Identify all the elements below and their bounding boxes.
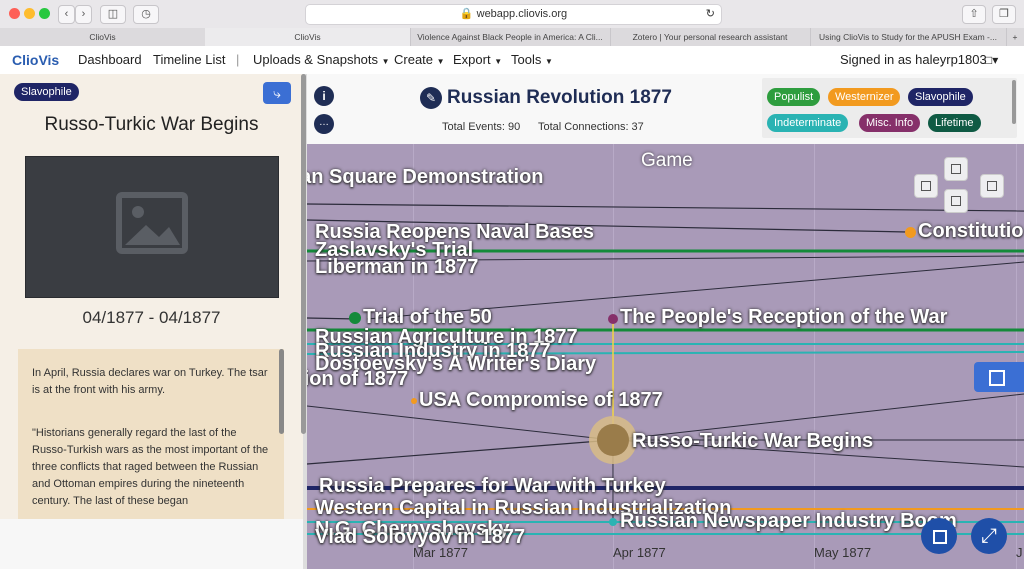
tabs-overview-icon[interactable]: ❐ (992, 5, 1016, 24)
legend-scrollbar[interactable] (1012, 80, 1016, 124)
event-label[interactable]: tion of 1877 (307, 368, 408, 391)
total-events: Total Events: 90 (442, 121, 521, 133)
event-label[interactable]: Russian Newspaper Industry Boom (620, 510, 957, 533)
event-label[interactable]: Constitutio (918, 220, 1024, 243)
edit-event-button[interactable]: ⤷ (263, 82, 291, 104)
legend-misc-info[interactable]: Misc. Info (859, 114, 921, 132)
description-paragraph: "Historians generally regard the last of… (32, 427, 269, 507)
event-label[interactable]: Russia Prepares for War with Turkey (319, 475, 666, 498)
legend-lifetime[interactable]: Lifetime (928, 114, 981, 132)
reload-icon[interactable]: ↻ (706, 5, 715, 24)
legend-indeterminate[interactable]: Indeterminate (767, 114, 849, 132)
app-navbar: ClioVis Dashboard Timeline List | Upload… (0, 46, 1024, 75)
event-image-placeholder (25, 156, 279, 298)
caret-down-icon: ▼ (381, 57, 390, 66)
sidebar-footer (0, 519, 303, 569)
event-description: In April, Russia declares war on Turkey.… (18, 349, 284, 519)
nav-dashboard[interactable]: Dashboard (78, 46, 142, 74)
zoom-window-icon[interactable] (39, 8, 50, 19)
event-label[interactable]: The People's Reception of the War (620, 306, 947, 329)
nav-export-dropdown[interactable]: Export ▼ (453, 46, 502, 74)
legend-slavophile[interactable]: Slavophile (908, 88, 973, 106)
nav-export-label: Export (453, 52, 491, 67)
event-detail-sidebar: Slavophile ⤷ Russo-Turkic War Begins 04/… (0, 74, 307, 569)
timeline-title: Russian Revolution 1877 (447, 87, 672, 108)
sidebar-toggle-icon[interactable]: ◫ (100, 5, 126, 24)
browser-tab-strip: ClioVis ClioVis Violence Against Black P… (0, 28, 1024, 47)
minimize-window-icon[interactable] (24, 8, 35, 19)
month-label: Mar 1877 (413, 545, 468, 560)
browser-tab[interactable]: ClioVis (205, 28, 411, 46)
nav-uploads-label: Uploads & Snapshots (253, 52, 379, 67)
selected-event-marker[interactable] (597, 424, 629, 456)
browser-tab[interactable]: Using ClioVis to Study for the APUSH Exa… (810, 28, 1007, 46)
nav-tools-dropdown[interactable]: Tools ▼ (511, 46, 553, 74)
square-icon (933, 530, 947, 544)
brand-logo[interactable]: ClioVis (12, 46, 59, 74)
timeline-canvas[interactable]: azan Square Demonstration Russia Reopens… (307, 144, 1024, 569)
fit-view-button[interactable] (921, 518, 957, 554)
total-connections: Total Connections: 37 (538, 121, 644, 133)
browser-tab[interactable]: Zotero | Your personal research assistan… (610, 28, 811, 46)
caret-down-icon: ▼ (544, 57, 553, 66)
event-label[interactable]: Russo-Turkic War Begins (632, 430, 873, 453)
url-text: webapp.cliovis.org (476, 8, 568, 20)
close-window-icon[interactable] (9, 8, 20, 19)
legend-westernizer[interactable]: Westernizer (828, 88, 901, 106)
description-scrollbar[interactable] (279, 349, 284, 434)
event-marker[interactable] (609, 518, 617, 526)
image-icon (116, 192, 188, 254)
browser-tab[interactable]: Violence Against Black People in America… (410, 28, 611, 46)
info-icon[interactable]: i (314, 86, 334, 106)
sidebar-scrollbar[interactable] (301, 74, 306, 434)
address-bar[interactable]: 🔒 webapp.cliovis.org ↻ (305, 4, 722, 25)
event-date-range: 04/1877 - 04/1877 (82, 308, 221, 327)
pan-right-button[interactable] (980, 174, 1004, 198)
caret-down-icon: ▼ (494, 57, 503, 66)
history-icon[interactable]: ◷ (133, 5, 159, 24)
side-panel-toggle-button[interactable] (974, 362, 1024, 392)
legend-populist[interactable]: Populist (767, 88, 821, 106)
pan-down-button[interactable] (944, 189, 968, 213)
event-label[interactable]: azan Square Demonstration (307, 166, 544, 189)
new-tab-icon[interactable]: + (1006, 28, 1024, 46)
share-icon[interactable]: ⇧ (962, 5, 986, 24)
event-label[interactable]: USA Compromise of 1877 (419, 389, 663, 412)
month-label: Apr 1877 (613, 545, 666, 560)
event-title: Russo-Turkic War Begins (44, 114, 259, 135)
month-label: May 1877 (814, 545, 872, 560)
timeline-group-label: Game (641, 150, 693, 171)
event-label[interactable]: Liberman in 1877 (315, 256, 478, 279)
comment-icon[interactable]: … (314, 114, 334, 134)
event-marker[interactable] (349, 312, 361, 324)
nav-tools-label: Tools (511, 52, 542, 67)
fullscreen-icon[interactable]: ⤢ (971, 518, 1007, 554)
nav-timeline-list[interactable]: Timeline List (153, 46, 225, 74)
month-label: J (1016, 545, 1023, 560)
event-marker[interactable] (905, 227, 916, 238)
forward-icon[interactable]: › (75, 5, 92, 24)
lock-icon: 🔒 (459, 8, 474, 20)
nav-uploads-dropdown[interactable]: Uploads & Snapshots ▼ (253, 46, 390, 74)
nav-create-label: Create (394, 52, 434, 67)
back-icon[interactable]: ‹ (58, 5, 75, 24)
signed-in-user[interactable]: Signed in as haleyrp1803 (840, 46, 987, 74)
event-marker[interactable] (608, 314, 618, 324)
pan-up-button[interactable] (944, 157, 968, 181)
nav-create-dropdown[interactable]: Create ▼ (394, 46, 445, 74)
category-legend: Populist Westernizer Slavophile Indeterm… (762, 78, 1017, 138)
edit-timeline-icon[interactable]: ✎ (420, 87, 442, 109)
event-category-badge: Slavophile (14, 83, 79, 101)
user-menu-icon[interactable]: □▾ (985, 46, 998, 74)
event-marker[interactable] (411, 398, 417, 404)
nav-separator: | (236, 52, 240, 67)
description-paragraph: In April, Russia declares war on Turkey.… (32, 367, 268, 396)
browser-toolbar: ‹ › ◫ ◷ 🔒 webapp.cliovis.org ↻ ⇧ ❐ (0, 0, 1024, 29)
caret-down-icon: ▼ (436, 57, 445, 66)
square-icon (989, 370, 1005, 386)
browser-tab[interactable]: ClioVis (0, 28, 206, 46)
pan-left-button[interactable] (914, 174, 938, 198)
